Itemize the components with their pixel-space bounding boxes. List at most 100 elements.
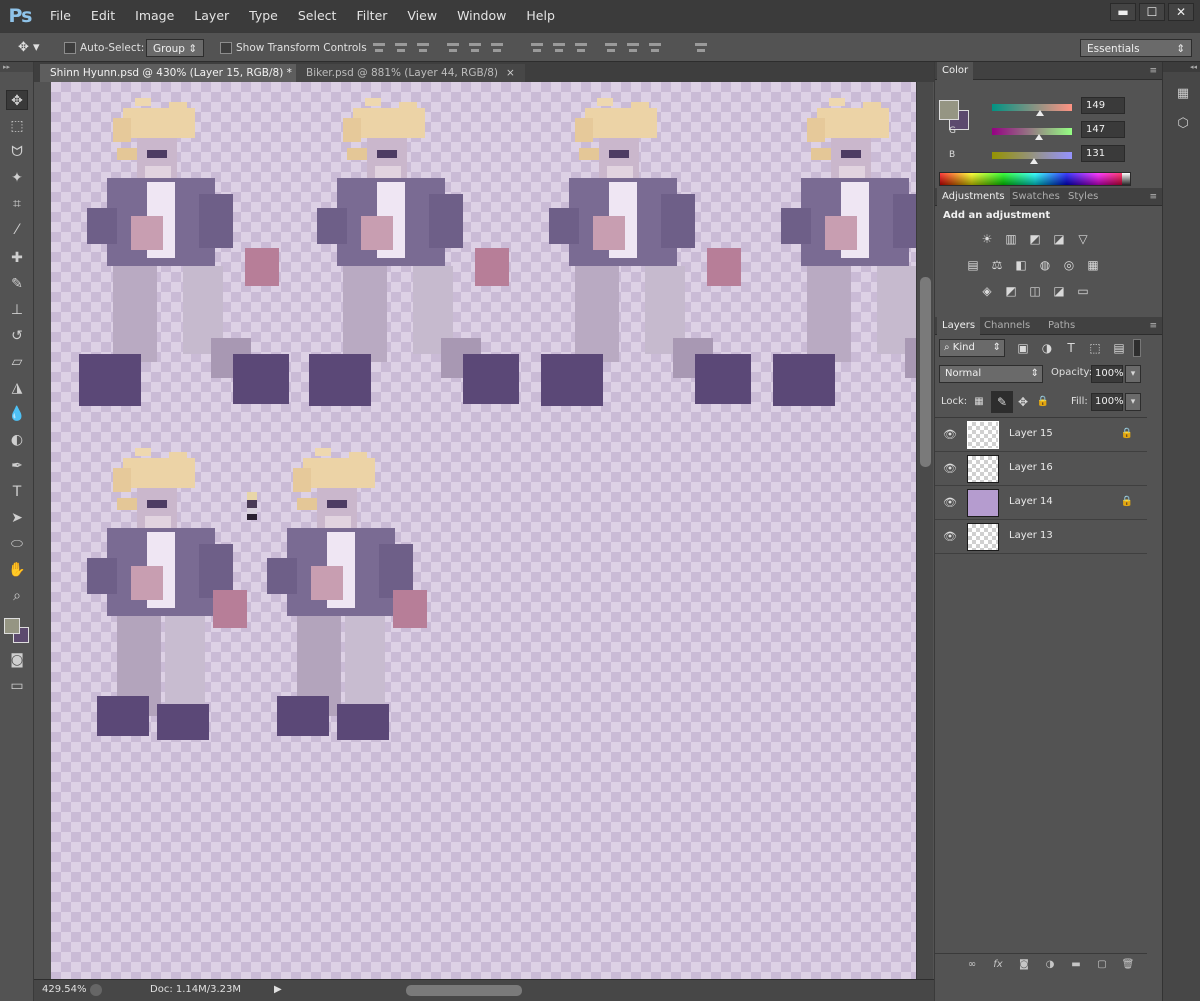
blue-value[interactable]: 131 [1081, 145, 1125, 162]
close-button[interactable]: ✕ [1168, 3, 1194, 21]
blue-slider[interactable] [992, 152, 1072, 164]
align-option-icon[interactable] [416, 41, 430, 55]
tab-styles[interactable]: Styles [1063, 188, 1103, 206]
align-option-icon[interactable] [446, 41, 460, 55]
tab-channels[interactable]: Channels [979, 317, 1035, 335]
filter-shape-icon[interactable]: ⬚ [1087, 341, 1103, 355]
clone-stamp-tool-icon[interactable]: ⊥ [6, 300, 28, 320]
gradient-map-icon[interactable]: ▭ [1075, 284, 1091, 298]
selective-color-icon[interactable]: ◪ [1051, 284, 1067, 298]
screen-mode-icon[interactable]: ▭ [6, 676, 28, 696]
menu-help[interactable]: Help [516, 0, 565, 32]
layer-style-icon[interactable]: fx [991, 958, 1005, 972]
exposure-icon[interactable]: ◪ [1051, 232, 1067, 246]
link-layers-icon[interactable]: ∞ [965, 958, 979, 972]
magic-wand-tool-icon[interactable]: ✦ [6, 168, 28, 188]
new-layer-icon[interactable]: ▢ [1095, 958, 1109, 972]
threshold-icon[interactable]: ◫ [1027, 284, 1043, 298]
marquee-tool-icon[interactable]: ⬚ [6, 116, 28, 136]
eraser-tool-icon[interactable]: ▱ [6, 352, 28, 372]
tab-biker[interactable]: Biker.psd @ 881% (Layer 44, RGB/8) × [296, 64, 525, 82]
align-option-icon[interactable] [394, 41, 408, 55]
levels-icon[interactable]: ▥ [1003, 232, 1019, 246]
delete-layer-icon[interactable]: 🗑 [1121, 958, 1135, 972]
tab-swatches[interactable]: Swatches [1007, 188, 1065, 206]
paint-bucket-tool-icon[interactable]: ◮ [6, 378, 28, 398]
move-tool-preset-icon[interactable]: ✥ ▾ [18, 39, 40, 57]
path-selection-tool-icon[interactable]: ➤ [6, 508, 28, 528]
vertical-scroll-thumb[interactable] [920, 277, 931, 467]
align-option-icon[interactable] [468, 41, 482, 55]
align-option-icon[interactable] [648, 41, 662, 55]
pen-tool-icon[interactable]: ✒ [6, 456, 28, 476]
layer-filter-kind[interactable]: ⌕ Kind ⇕ [939, 339, 1005, 357]
fill-dropdown-arrow-icon[interactable]: ▾ [1125, 393, 1141, 411]
healing-brush-tool-icon[interactable]: ✚ [6, 248, 28, 268]
align-option-icon[interactable] [604, 41, 618, 55]
panel-strip-grip[interactable]: ◂◂ [1163, 62, 1200, 72]
layer-name[interactable]: Layer 13 [1009, 530, 1053, 541]
show-transform-checkbox[interactable] [220, 42, 232, 54]
channel-mixer-icon[interactable]: ◎ [1061, 258, 1077, 272]
menu-layer[interactable]: Layer [184, 0, 239, 32]
dodge-tool-icon[interactable]: ◐ [6, 430, 28, 450]
layer-row-layer-15[interactable]: 👁 Layer 15 🔒 [935, 418, 1147, 452]
lock-all-icon[interactable]: 🔒 [1035, 395, 1051, 409]
filter-pixel-icon[interactable]: ▣ [1015, 341, 1031, 355]
align-option-icon[interactable] [694, 41, 708, 55]
opacity-dropdown-arrow-icon[interactable]: ▾ [1125, 365, 1141, 383]
photo-filter-icon[interactable]: ◍ [1037, 258, 1053, 272]
menu-select[interactable]: Select [288, 0, 347, 32]
auto-select-dropdown[interactable]: Group ⇕ [146, 39, 205, 57]
quick-mask-icon[interactable]: ◙ [6, 650, 28, 670]
posterize-icon[interactable]: ◩ [1003, 284, 1019, 298]
color-lookup-icon[interactable]: ▦ [1085, 258, 1101, 272]
lock-transparent-icon[interactable]: ▦ [971, 395, 987, 409]
fg-color-chip[interactable] [939, 100, 959, 120]
zoom-level[interactable]: 429.54% [42, 980, 87, 1000]
filter-toggle-icon[interactable] [1133, 339, 1141, 357]
align-option-icon[interactable] [552, 41, 566, 55]
hand-tool-icon[interactable]: ✋ [6, 560, 28, 580]
filter-smart-object-icon[interactable]: ▤ [1111, 341, 1127, 355]
menu-filter[interactable]: Filter [346, 0, 397, 32]
lock-pixels-icon[interactable]: ✎ [991, 391, 1013, 413]
workspace-dropdown[interactable]: Essentials ⇕ [1080, 39, 1192, 57]
show-transform-option[interactable]: Show Transform Controls [220, 39, 367, 57]
color-balance-icon[interactable]: ⚖ [989, 258, 1005, 272]
vibrance-icon[interactable]: ▽ [1075, 232, 1091, 246]
tab-color[interactable]: Color [937, 62, 974, 80]
menu-image[interactable]: Image [125, 0, 184, 32]
color-spectrum-bar[interactable] [939, 172, 1131, 186]
brush-tool-icon[interactable]: ✎ [6, 274, 28, 294]
layer-name[interactable]: Layer 15 [1009, 428, 1053, 439]
layer-name[interactable]: Layer 16 [1009, 462, 1053, 473]
horizontal-scroll-thumb[interactable] [406, 985, 522, 996]
lock-position-icon[interactable]: ✥ [1015, 395, 1031, 409]
vertical-scrollbar[interactable] [916, 82, 933, 979]
type-tool-icon[interactable]: T [6, 482, 28, 502]
tab-close-icon[interactable]: × [506, 67, 515, 79]
minimize-button[interactable]: ▬ [1110, 3, 1136, 21]
status-info-icon[interactable] [90, 984, 102, 996]
ellipse-tool-icon[interactable]: ⬭ [6, 534, 28, 554]
panel-menu-icon[interactable]: ≡ [1149, 66, 1157, 76]
layer-row-layer-16[interactable]: 👁 Layer 16 [935, 452, 1147, 486]
panel-menu-icon[interactable]: ≡ [1149, 321, 1157, 331]
status-menu-arrow-icon[interactable]: ▶ [274, 980, 282, 1000]
blend-mode-dropdown[interactable]: Normal ⇕ [939, 365, 1043, 383]
tab-shinn-hyunn[interactable]: Shinn Hyunn.psd @ 430% (Layer 15, RGB/8)… [40, 64, 319, 82]
new-fill-adjustment-icon[interactable]: ◑ [1043, 958, 1057, 972]
layer-name[interactable]: Layer 14 [1009, 496, 1053, 507]
lasso-tool-icon[interactable]: ᗢ [6, 142, 28, 162]
red-slider[interactable] [992, 104, 1072, 116]
auto-select-checkbox[interactable] [64, 42, 76, 54]
filter-adjustment-icon[interactable]: ◑ [1039, 341, 1055, 355]
align-option-icon[interactable] [490, 41, 504, 55]
move-tool-icon[interactable]: ✥ [6, 90, 28, 110]
blur-tool-icon[interactable]: 💧 [6, 404, 28, 424]
menu-file[interactable]: File [40, 0, 81, 32]
maximize-button[interactable]: ☐ [1139, 3, 1165, 21]
auto-select-option[interactable]: Auto-Select: [64, 39, 144, 57]
tab-paths[interactable]: Paths [1043, 317, 1080, 335]
